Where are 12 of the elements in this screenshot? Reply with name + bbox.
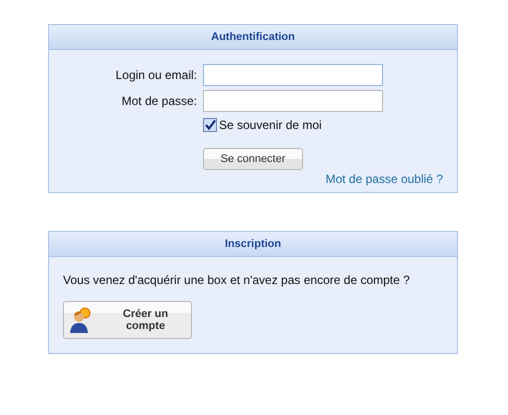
- input-field[interactable]: [203, 64, 383, 86]
- info-text: Vous venez d'acquérir une box et n'avez pas encore de compte ?: [63, 273, 411, 287]
- field-label: Login ou email:: [114, 68, 197, 82]
- input-field[interactable]: [203, 90, 383, 112]
- create-account-button[interactable]: Créer un compte: [63, 301, 192, 339]
- connect-button[interactable]: Se connecter: [203, 148, 303, 170]
- forgot-password-link[interactable]: Mot de passe oublié ?: [326, 172, 443, 186]
- checkbox-label: Se souvenir de moi: [219, 118, 322, 132]
- panel-header: Authentification: [49, 25, 457, 50]
- field-label: Mot de passe:: [120, 94, 197, 108]
- panel-header: Inscription: [49, 232, 457, 257]
- checkbox[interactable]: [203, 118, 217, 132]
